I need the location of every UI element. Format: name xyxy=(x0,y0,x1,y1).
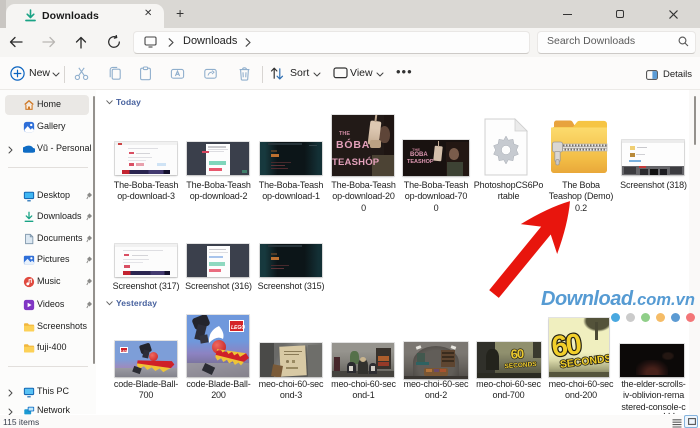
svg-text:LEGO: LEGO xyxy=(231,325,245,331)
svg-text:SECONDS: SECONDS xyxy=(504,361,537,370)
svg-text:LEGO: LEGO xyxy=(121,349,129,353)
svg-text:60: 60 xyxy=(510,346,524,362)
